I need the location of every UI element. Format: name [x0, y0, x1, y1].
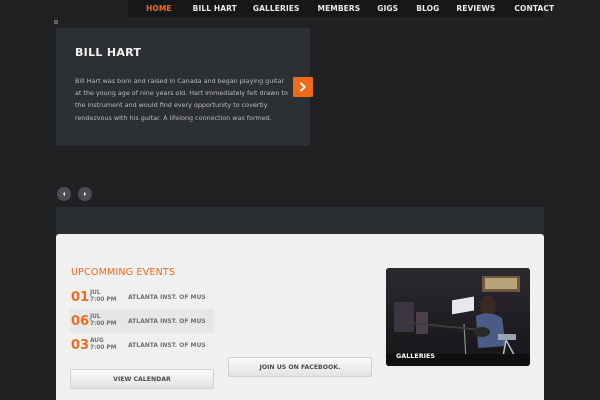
- facebook-join-button[interactable]: JOIN US ON FACEBOOK.: [228, 357, 372, 377]
- event-month-time: JUL 7:00 PM: [90, 290, 128, 304]
- nav-item-galleries[interactable]: GALLERIES: [253, 4, 300, 13]
- gallery-label: GALLERIES: [396, 352, 435, 360]
- slide-description: Bill Hart was born and raised in Canada …: [75, 77, 288, 122]
- event-month-time: JUL 7:00 PM: [90, 314, 128, 328]
- slide-title: BILL HART: [75, 46, 142, 59]
- event-month: JUL: [90, 290, 101, 296]
- slider-caption: BILL HART Bill Hart was born and raised …: [56, 28, 310, 146]
- event-time: 7:00 PM: [90, 345, 117, 351]
- event-item[interactable]: 03 AUG 7:00 PM ATLANTA INST. OF MUS: [70, 333, 214, 357]
- gallery-thumbnail[interactable]: GALLERIES: [386, 268, 530, 366]
- chevron-right-icon: [84, 191, 87, 197]
- nav-item-reviews[interactable]: REVIEWS: [456, 4, 495, 13]
- event-time: 7:00 PM: [90, 321, 117, 327]
- nav-item-contact[interactable]: CONTACT: [514, 4, 554, 13]
- slider-next-small-button[interactable]: [78, 187, 92, 201]
- event-month: AUG: [90, 338, 104, 344]
- nav-item-bill-hart[interactable]: BILL HART: [193, 4, 237, 13]
- event-month-time: AUG 7:00 PM: [90, 338, 128, 352]
- content-divider-band: [56, 207, 544, 234]
- nav-item-members[interactable]: MEMBERS: [318, 4, 361, 13]
- nav-item-gigs[interactable]: GIGS: [377, 4, 398, 13]
- slider-prev-button[interactable]: [57, 187, 71, 201]
- event-venue: ATLANTA INST. OF MUS: [128, 293, 206, 301]
- event-item[interactable]: 06 JUL 7:00 PM ATLANTA INST. OF MUS: [70, 309, 214, 333]
- nav-item-blog[interactable]: BLOG: [416, 4, 439, 13]
- main-content-panel: UPCOMMING EVENTS 01 JUL 7:00 PM ATLANTA …: [56, 234, 544, 400]
- slide-next-button[interactable]: [293, 77, 313, 97]
- events-heading: UPCOMMING EVENTS: [71, 267, 176, 278]
- chevron-left-icon: [62, 191, 65, 197]
- event-time: 7:00 PM: [90, 297, 117, 303]
- nav-item-home[interactable]: HOME: [146, 4, 172, 13]
- event-day: 03: [71, 337, 90, 353]
- main-navigation: HOME BILL HART GALLERIES MEMBERS GIGS BL…: [128, 0, 554, 17]
- event-venue: ATLANTA INST. OF MUS: [128, 317, 206, 325]
- event-month: JUL: [90, 314, 101, 320]
- slide-indicator-dot[interactable]: [54, 20, 58, 24]
- view-calendar-button[interactable]: VIEW CALENDAR: [70, 369, 214, 389]
- event-item[interactable]: 01 JUL 7:00 PM ATLANTA INST. OF MUS: [70, 285, 214, 309]
- event-venue: ATLANTA INST. OF MUS: [128, 341, 206, 349]
- event-day: 06: [71, 313, 90, 329]
- event-day: 01: [71, 289, 90, 305]
- chevron-right-icon: [300, 82, 306, 92]
